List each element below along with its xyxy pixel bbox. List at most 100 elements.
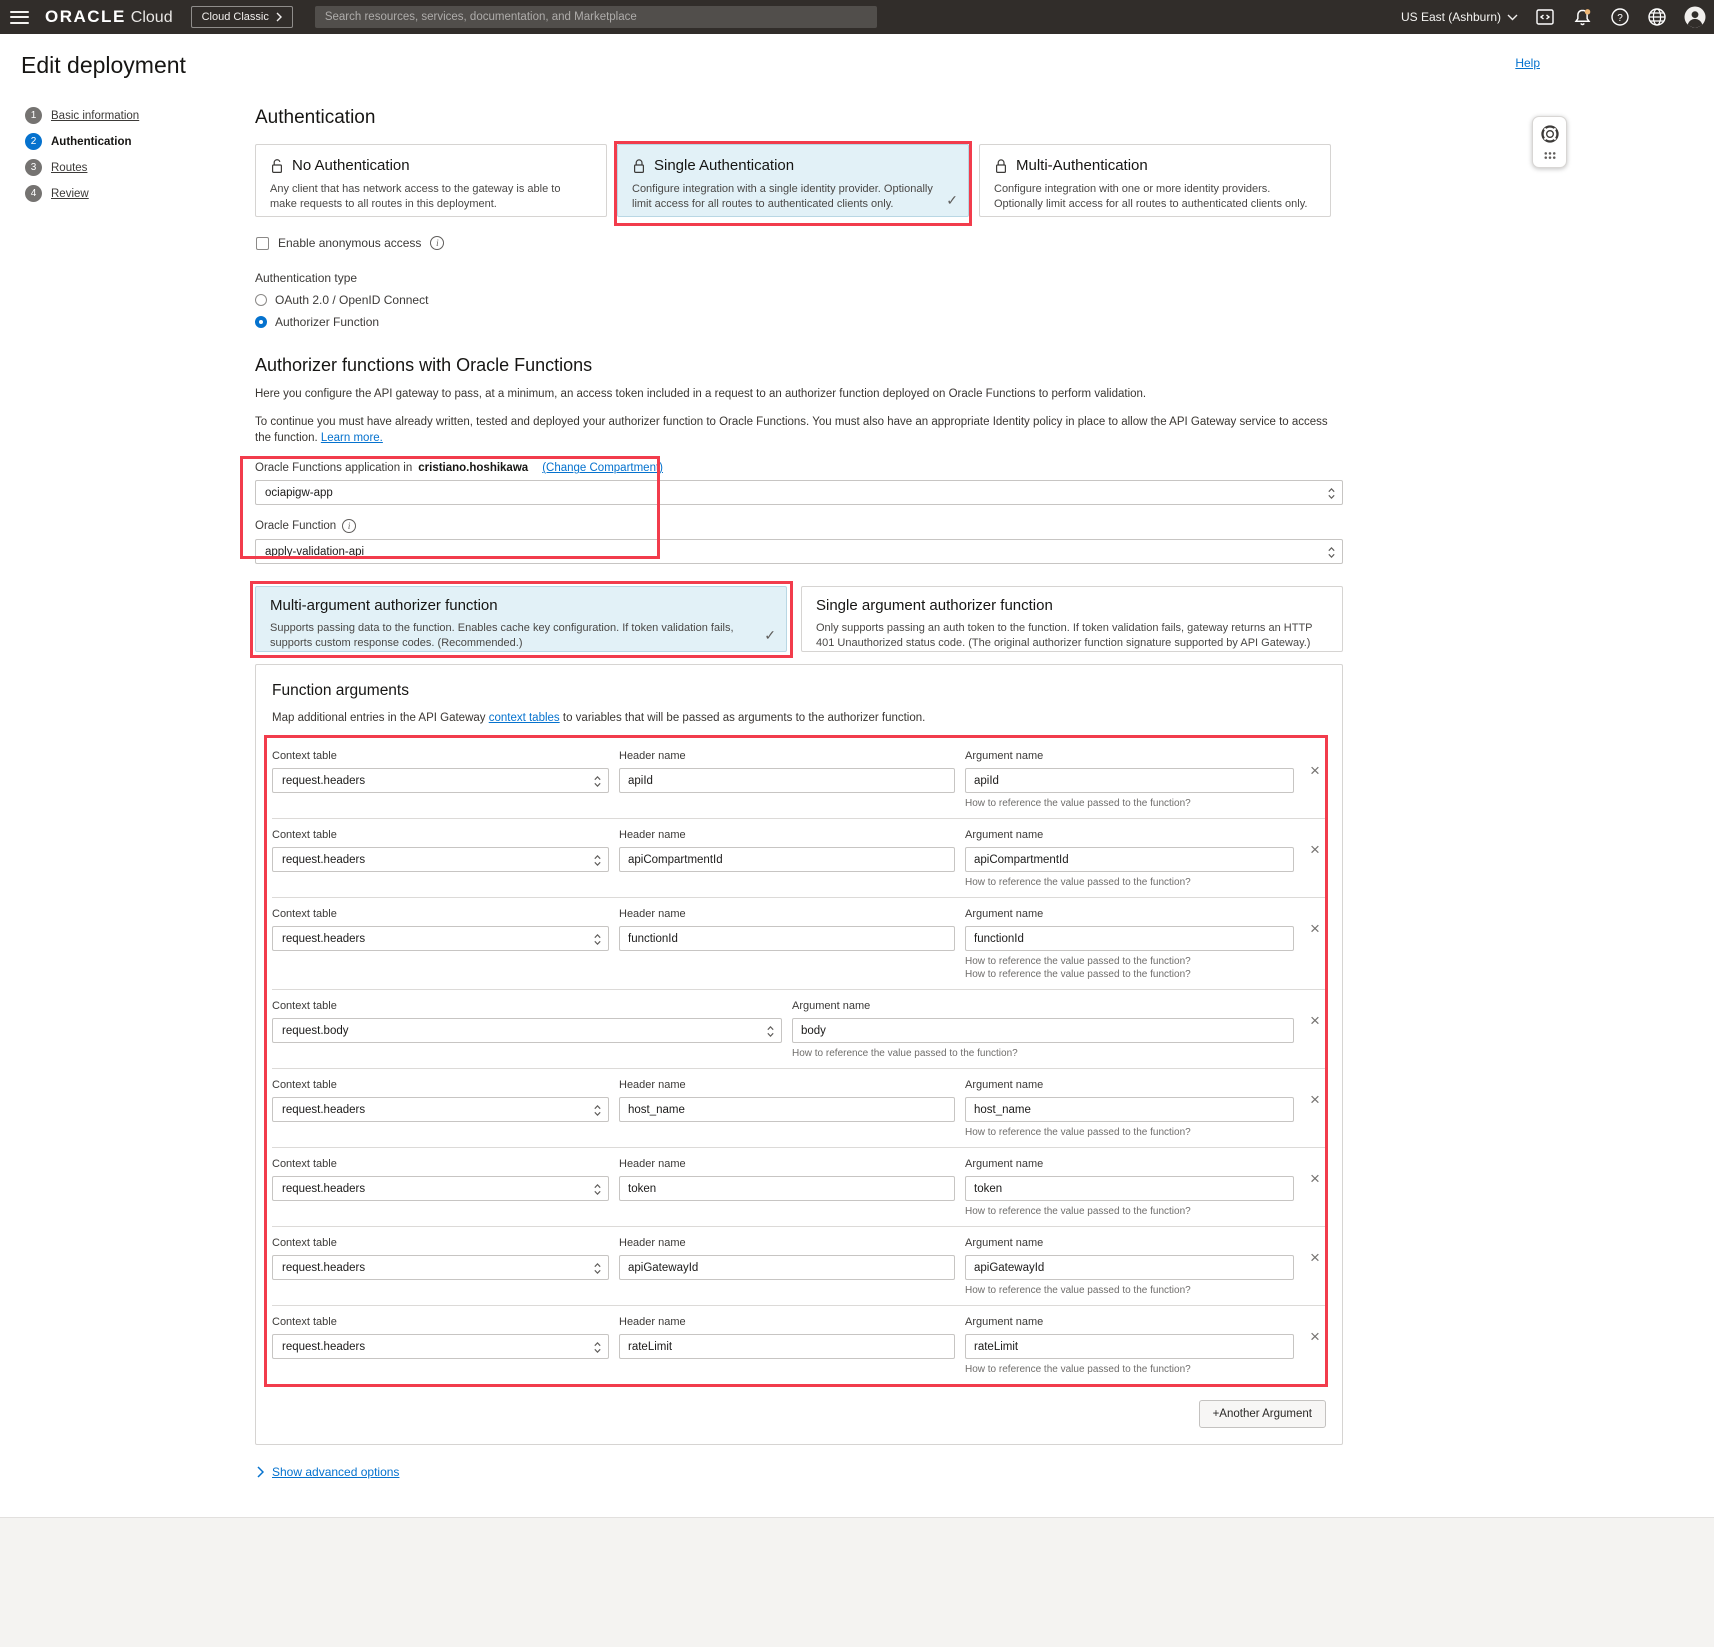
chevron-down-icon — [1507, 14, 1518, 21]
logo-oracle: ORACLE — [45, 7, 126, 27]
argument-name-input[interactable] — [965, 926, 1294, 951]
argument-name-label: Argument name — [965, 1237, 1294, 1249]
remove-argument-icon[interactable]: × — [1310, 1169, 1320, 1188]
change-compartment-link[interactable]: (Change Compartment) — [542, 462, 663, 474]
select-value: request.headers — [282, 1104, 365, 1116]
remove-argument-icon[interactable]: × — [1310, 1011, 1320, 1030]
functions-application-select[interactable]: ociapigw-app — [255, 480, 1343, 505]
multi-authentication-card[interactable]: Multi-Authentication Configure integrati… — [979, 144, 1331, 217]
select-value: request.headers — [282, 933, 365, 945]
another-argument-button[interactable]: +Another Argument — [1199, 1400, 1326, 1428]
anonymous-access-checkbox[interactable] — [256, 237, 269, 250]
single-argument-card[interactable]: Single argument authorizer function Only… — [801, 586, 1343, 652]
step-label[interactable]: Routes — [51, 162, 87, 174]
step-routes[interactable]: 3 Routes — [25, 159, 235, 176]
oracle-functions-fields: Oracle Functions application in cristian… — [255, 462, 1343, 564]
argument-name-input[interactable] — [965, 1097, 1294, 1122]
step-basic-information[interactable]: 1 Basic information — [25, 107, 235, 124]
remove-argument-icon[interactable]: × — [1310, 761, 1320, 780]
argument-name-label: Argument name — [965, 1079, 1294, 1091]
no-authentication-card[interactable]: No Authentication Any client that has ne… — [255, 144, 607, 217]
context-table-label: Context table — [272, 1316, 609, 1328]
header-name-input[interactable] — [619, 1334, 955, 1359]
header-name-input[interactable] — [619, 1255, 955, 1280]
step-review[interactable]: 4 Review — [25, 185, 235, 202]
oracle-function-select[interactable]: apply-validation-api — [255, 539, 1343, 564]
context-table-select[interactable]: request.headers — [272, 1334, 609, 1359]
argument-name-label: Argument name — [965, 908, 1294, 920]
header-name-label: Header name — [619, 1158, 955, 1170]
info-icon[interactable]: i — [430, 236, 444, 250]
header-name-input[interactable] — [619, 768, 955, 793]
step-label[interactable]: Basic information — [51, 110, 139, 122]
select-value: apply-validation-api — [265, 546, 364, 558]
main-panel: Authentication No Authentication Any cli… — [255, 107, 1343, 1479]
remove-argument-icon[interactable]: × — [1310, 1090, 1320, 1109]
select-stepper-icon — [593, 931, 602, 951]
dev-console-icon[interactable] — [1535, 7, 1555, 27]
cloud-classic-button[interactable]: Cloud Classic — [191, 6, 293, 28]
context-table-label: Context table — [272, 1000, 782, 1012]
region-selector[interactable]: US East (Ashburn) — [1401, 10, 1518, 24]
single-authentication-card[interactable]: Single Authentication Configure integrat… — [617, 144, 969, 217]
grid-dots-icon[interactable] — [1542, 150, 1558, 161]
authorizer-intro-2: To continue you must have already writte… — [255, 414, 1343, 446]
header-name-label: Header name — [619, 750, 955, 762]
argument-name-input[interactable] — [965, 768, 1294, 793]
argument-rows: Context table request.headers Header nam… — [272, 740, 1326, 1384]
notifications-bell-icon[interactable] — [1572, 7, 1593, 28]
argument-name-input[interactable] — [792, 1018, 1294, 1043]
argument-name-input[interactable] — [965, 1255, 1294, 1280]
radio-icon[interactable] — [255, 294, 267, 306]
info-icon[interactable]: i — [342, 519, 356, 533]
context-table-select[interactable]: request.headers — [272, 1176, 609, 1201]
authentication-type-label: Authentication type — [255, 271, 1343, 285]
wizard-steps: 1 Basic information 2 Authentication 3 R… — [25, 107, 235, 211]
oracle-function-label: Oracle Function i — [255, 519, 1343, 533]
advanced-options-row: Show advanced options — [257, 1465, 1343, 1479]
show-advanced-options-link[interactable]: Show advanced options — [272, 1465, 399, 1479]
argument-name-input[interactable] — [965, 1334, 1294, 1359]
context-table-select[interactable]: request.headers — [272, 926, 609, 951]
search-input[interactable] — [315, 6, 877, 28]
argument-name-input[interactable] — [965, 1176, 1294, 1201]
context-tables-link[interactable]: context tables — [489, 712, 560, 724]
argument-hint: How to reference the value passed to the… — [965, 798, 1294, 810]
step-authentication[interactable]: 2 Authentication — [25, 133, 235, 150]
remove-argument-icon[interactable]: × — [1310, 1248, 1320, 1267]
header-name-input[interactable] — [619, 847, 955, 872]
page-title: Edit deployment — [21, 52, 186, 79]
footer-strip — [0, 1517, 1714, 1647]
remove-argument-icon[interactable]: × — [1310, 840, 1320, 859]
cloud-classic-label: Cloud Classic — [202, 11, 269, 23]
oracle-cloud-logo: ORACLE Cloud — [45, 7, 173, 27]
multi-argument-card[interactable]: Multi-argument authorizer function Suppo… — [255, 586, 787, 652]
select-stepper-icon — [1327, 544, 1336, 564]
help-circle-icon[interactable]: ? — [1610, 7, 1630, 27]
help-link[interactable]: Help — [1515, 56, 1540, 70]
header-name-input[interactable] — [619, 926, 955, 951]
context-table-label: Context table — [272, 1237, 609, 1249]
hamburger-menu-icon[interactable] — [10, 11, 29, 24]
radio-oauth[interactable]: OAuth 2.0 / OpenID Connect — [255, 293, 1343, 307]
remove-argument-icon[interactable]: × — [1310, 919, 1320, 938]
context-table-select[interactable]: request.headers — [272, 847, 609, 872]
context-table-select[interactable]: request.headers — [272, 768, 609, 793]
language-globe-icon[interactable] — [1647, 7, 1667, 27]
life-ring-icon[interactable] — [1540, 124, 1560, 144]
argument-hint: How to reference the value passed to the… — [965, 1206, 1294, 1218]
argument-name-input[interactable] — [965, 847, 1294, 872]
radio-icon[interactable] — [255, 316, 267, 328]
radio-authorizer-function[interactable]: Authorizer Function — [255, 315, 1343, 329]
context-table-label: Context table — [272, 1158, 609, 1170]
context-table-select[interactable]: request.body — [272, 1018, 782, 1043]
step-label[interactable]: Review — [51, 188, 89, 200]
topbar: ORACLE Cloud Cloud Classic US East (Ashb… — [0, 0, 1714, 34]
header-name-input[interactable] — [619, 1176, 955, 1201]
learn-more-link[interactable]: Learn more. — [321, 432, 383, 444]
header-name-input[interactable] — [619, 1097, 955, 1122]
context-table-select[interactable]: request.headers — [272, 1255, 609, 1280]
remove-argument-icon[interactable]: × — [1310, 1327, 1320, 1346]
user-avatar[interactable] — [1684, 6, 1706, 28]
context-table-select[interactable]: request.headers — [272, 1097, 609, 1122]
